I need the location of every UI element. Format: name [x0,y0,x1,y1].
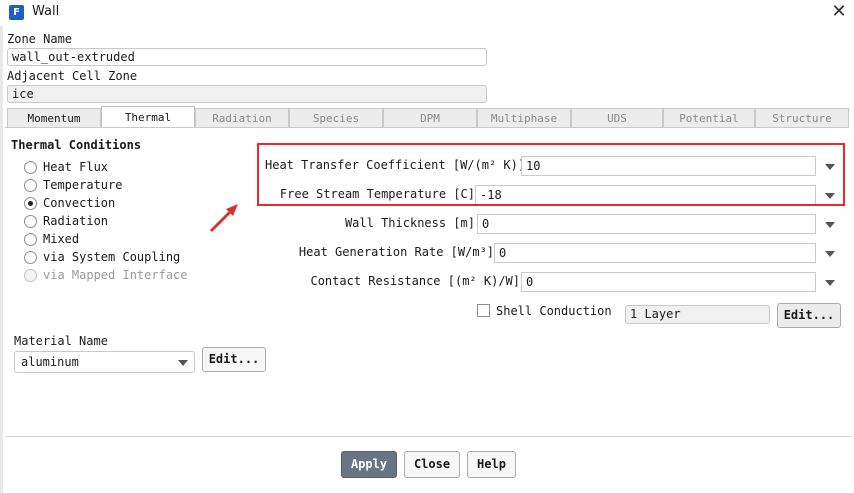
radio-label: Temperature [43,178,123,192]
material-edit-button[interactable]: Edit... [202,347,266,372]
app-icon: F [9,5,24,20]
material-name-label: Material Name [14,334,108,348]
wall-thickness-label: Wall Thickness [m] [344,216,475,230]
shell-conduction-label: Shell Conduction [496,304,612,318]
wall-thickness-input[interactable]: 0 [477,214,816,234]
adjacent-cell-zone-label: Adjacent Cell Zone [7,69,138,83]
radio-temperature[interactable]: Temperature [24,176,122,194]
heat-generation-rate-label: Heat Generation Rate [W/m³] [298,245,494,259]
radio-label: Radiation [43,214,109,228]
radio-mapped-interface: via Mapped Interface [24,266,188,284]
zone-name-field[interactable]: wall_out-extruded [7,48,487,66]
help-button[interactable]: Help [467,451,516,478]
shell-edit-button[interactable]: Edit... [777,303,841,328]
chevron-down-icon[interactable] [825,280,835,286]
chevron-down-icon[interactable] [825,222,835,228]
tab-divider [5,127,849,128]
close-icon[interactable]: ✕ [828,1,850,23]
chevron-down-icon[interactable] [825,251,835,257]
radio-button[interactable] [24,214,37,228]
radio-convection[interactable]: Convection [24,194,115,212]
tab-dpm[interactable]: DPM [383,108,477,128]
tab-thermal[interactable]: Thermal [101,106,195,128]
material-dropdown[interactable]: aluminum [14,351,195,373]
tab-potential[interactable]: Potential [663,108,755,128]
window-edge [0,26,3,493]
window-title: Wall [32,4,60,19]
close-button[interactable]: Close [404,451,460,478]
radio-system-coupling[interactable]: via System Coupling [24,248,180,266]
annotation-arrow-icon [209,204,238,233]
tab-multiphase[interactable]: Multiphase [477,108,571,128]
tab-species[interactable]: Species [289,108,383,128]
radio-label: via System Coupling [43,250,181,264]
thermal-conditions-title: Thermal Conditions [11,138,142,152]
radio-button[interactable] [24,160,37,174]
title-bar [0,0,854,26]
material-value: aluminum [21,355,79,369]
radio-button [24,268,37,282]
chevron-down-icon [178,360,188,366]
radio-button[interactable] [24,196,37,210]
adjacent-cell-zone-field: ice [7,85,487,103]
heat-generation-rate-input[interactable]: 0 [494,243,816,263]
radio-label: Convection [43,196,116,210]
radio-label: via Mapped Interface [43,268,188,282]
shell-layers-field: 1 Layer [625,305,770,324]
radio-radiation[interactable]: Radiation [24,212,108,230]
radio-button[interactable] [24,178,37,192]
radio-label: Mixed [43,232,80,246]
tab-uds[interactable]: UDS [571,108,663,128]
contact-resistance-input[interactable]: 0 [521,272,816,292]
radio-button[interactable] [24,232,37,246]
radio-button[interactable] [24,250,37,264]
tab-momentum[interactable]: Momentum [7,108,101,128]
radio-label: Heat Flux [43,160,109,174]
zone-name-label: Zone Name [7,32,73,46]
radio-heat-flux[interactable]: Heat Flux [24,158,108,176]
bottom-separator [5,436,851,437]
shell-conduction-checkbox[interactable] [477,304,490,317]
radio-mixed[interactable]: Mixed [24,230,79,248]
tab-structure[interactable]: Structure [755,108,849,128]
apply-button[interactable]: Apply [341,451,397,478]
contact-resistance-label: Contact Resistance [(m² K)/W] [310,274,520,288]
tab-radiation[interactable]: Radiation [195,108,289,128]
highlight-box [257,143,845,206]
